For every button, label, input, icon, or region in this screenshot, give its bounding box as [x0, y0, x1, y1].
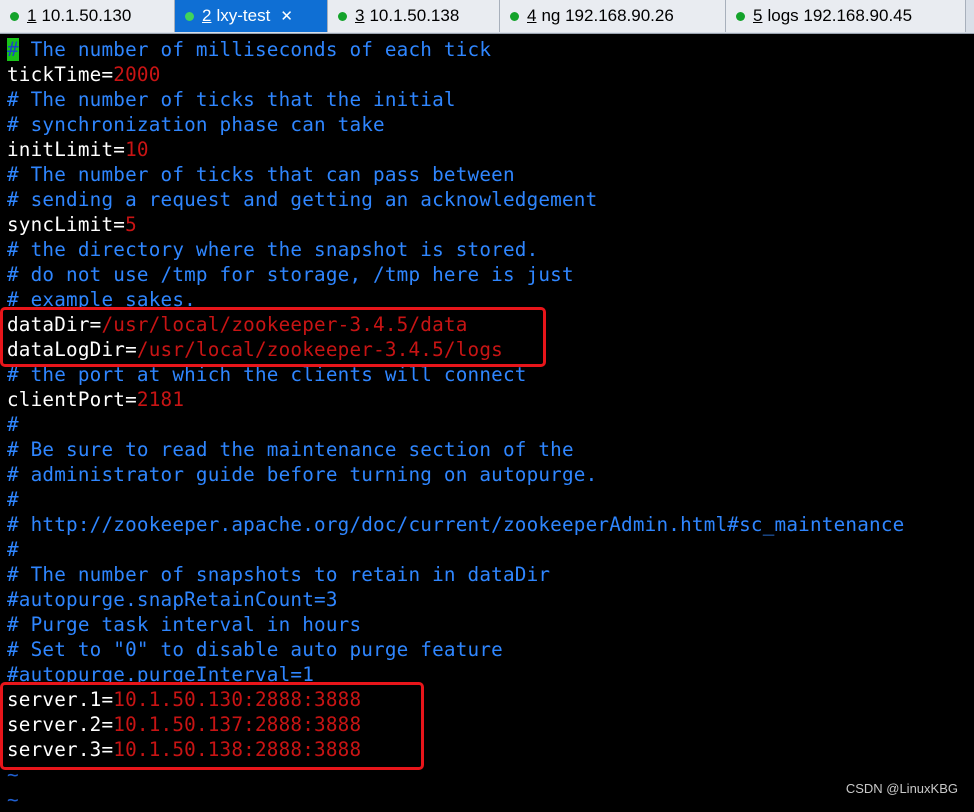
config-comment-line: # The number of ticks that can pass betw…	[7, 162, 515, 187]
empty-buffer-line: ~	[7, 787, 19, 812]
config-value: /usr/local/zookeeper-3.4.5/logs	[136, 338, 503, 361]
comment-text: #	[7, 488, 19, 511]
config-key: dataDir=	[7, 313, 102, 336]
config-value: 10	[125, 138, 149, 161]
comment-text: # do not use /tmp for storage, /tmp here…	[7, 263, 574, 286]
config-comment-line: # http://zookeeper.apache.org/doc/curren…	[7, 512, 904, 537]
config-comment-line: # The number of ticks that the initial	[7, 87, 456, 112]
comment-text: # example sakes.	[7, 288, 196, 311]
config-key: server.2=	[7, 713, 114, 736]
comment-text: # The number of ticks that the initial	[7, 88, 456, 111]
comment-text: # Be sure to read the maintenance sectio…	[7, 438, 574, 461]
config-comment-line: # the port at which the clients will con…	[7, 362, 527, 387]
session-tab-bar: 1 10.1.50.130 2 lxy-test ✕ 3 10.1.50.138 4 ng 19…	[0, 0, 974, 34]
config-setting-line: dataDir=/usr/local/zookeeper-3.4.5/data	[7, 312, 468, 337]
config-comment-line: # the directory where the snapshot is st…	[7, 237, 538, 262]
tab-label: lxy-test	[216, 6, 271, 25]
config-comment-line: # example sakes.	[7, 287, 196, 312]
tilde-marker: ~	[7, 763, 19, 786]
config-key: server.1=	[7, 688, 114, 711]
comment-text: # administrator guide before turning on …	[7, 463, 598, 486]
comment-text: #	[7, 413, 19, 436]
comment-text: # http://zookeeper.apache.org/doc/curren…	[7, 513, 905, 536]
tab-label: 10.1.50.130	[41, 6, 132, 25]
comment-text: #autopurge.purgeInterval=1	[7, 663, 315, 686]
terminal-viewport[interactable]: ~ ~ server.3=10.1.50.138:2888:3888 server.2…	[0, 34, 974, 811]
config-value: 2181	[136, 388, 185, 411]
tab-close-icon[interactable]: ✕	[280, 9, 293, 24]
config-comment-line: #autopurge.snapRetainCount=3	[7, 587, 338, 612]
config-comment-line: #	[7, 412, 19, 437]
connection-status-dot-icon	[185, 11, 194, 21]
tab-number: 3	[355, 6, 365, 25]
comment-text: # sending a request and getting an ackno…	[7, 188, 598, 211]
session-tab-2[interactable]: 2 lxy-test ✕	[175, 0, 328, 32]
config-value: /usr/local/zookeeper-3.4.5/data	[101, 313, 468, 336]
comment-text: # synchronization phase can take	[7, 113, 385, 136]
connection-status-dot-icon	[510, 11, 519, 21]
config-key: syncLimit=	[7, 213, 126, 236]
config-value: 10.1.50.137:2888:3888	[113, 713, 362, 736]
config-comment-line: # The number of snapshots to retain in d…	[7, 562, 550, 587]
tab-number: 1	[27, 6, 37, 25]
tilde-marker: ~	[7, 788, 19, 811]
session-tab-5[interactable]: 5 logs 192.168.90.45	[726, 0, 966, 32]
config-key: clientPort=	[7, 388, 137, 411]
config-comment-line: # do not use /tmp for storage, /tmp here…	[7, 262, 574, 287]
config-comment-line: # sending a request and getting an ackno…	[7, 187, 597, 212]
cursor-char: #	[7, 38, 19, 61]
config-setting-line: dataLogDir=/usr/local/zookeeper-3.4.5/lo…	[7, 337, 503, 362]
connection-status-dot-icon	[10, 11, 19, 21]
watermark: CSDN @LinuxKBG	[845, 781, 958, 796]
config-comment-line: # synchronization phase can take	[7, 112, 385, 137]
config-comment-line: # Purge task interval in hours	[7, 612, 361, 637]
config-value: 5	[125, 213, 137, 236]
config-value: 10.1.50.130:2888:3888	[113, 688, 362, 711]
comment-text: # The number of snapshots to retain in d…	[7, 563, 551, 586]
config-setting-line: clientPort=2181	[7, 387, 184, 412]
comment-text: # the port at which the clients will con…	[7, 363, 527, 386]
config-comment-line: # The number of milliseconds of each tic…	[7, 37, 491, 62]
comment-text: # The number of ticks that can pass betw…	[7, 163, 515, 186]
config-comment-line: #	[7, 537, 19, 562]
config-key: dataLogDir=	[7, 338, 137, 361]
config-key: initLimit=	[7, 138, 126, 161]
comment-text: # the directory where the snapshot is st…	[7, 238, 539, 261]
config-key: server.3=	[7, 738, 114, 761]
session-tab-4[interactable]: 4 ng 192.168.90.26	[500, 0, 726, 32]
config-setting-line: server.2=10.1.50.137:2888:3888	[7, 712, 361, 737]
config-setting-line: server.3=10.1.50.138:2888:3888	[7, 737, 361, 762]
connection-status-dot-icon	[736, 11, 745, 21]
config-setting-line: server.1=10.1.50.130:2888:3888	[7, 687, 361, 712]
config-key: tickTime=	[7, 63, 114, 86]
config-setting-line: initLimit=10	[7, 137, 149, 162]
config-comment-line: # Set to "0" to disable auto purge featu…	[7, 637, 503, 662]
comment-text: # Set to "0" to disable auto purge featu…	[7, 638, 503, 661]
config-setting-line: tickTime=2000	[7, 62, 161, 87]
tab-label: ng 192.168.90.26	[541, 6, 674, 25]
session-tab-1[interactable]: 1 10.1.50.130	[0, 0, 175, 32]
config-value: 2000	[113, 63, 161, 86]
session-tab-3[interactable]: 3 10.1.50.138	[328, 0, 500, 32]
empty-buffer-line: ~	[7, 762, 19, 787]
config-comment-line: # administrator guide before turning on …	[7, 462, 597, 487]
config-comment-line: # Be sure to read the maintenance sectio…	[7, 437, 574, 462]
comment-text: # Purge task interval in hours	[7, 613, 362, 636]
config-comment-line: #	[7, 487, 19, 512]
config-value: 10.1.50.138:2888:3888	[113, 738, 362, 761]
tab-number: 4	[527, 6, 537, 25]
tab-label: logs 192.168.90.45	[767, 6, 913, 25]
comment-text: The number of milliseconds of each tick	[18, 38, 492, 61]
config-comment-line: #autopurge.purgeInterval=1	[7, 662, 314, 687]
config-setting-line: syncLimit=5	[7, 212, 137, 237]
comment-text: #autopurge.snapRetainCount=3	[7, 588, 338, 611]
connection-status-dot-icon	[338, 11, 347, 21]
tab-label: 10.1.50.138	[369, 6, 460, 25]
tab-number: 5	[753, 6, 763, 25]
comment-text: #	[7, 538, 19, 561]
tab-number: 2	[202, 6, 212, 25]
